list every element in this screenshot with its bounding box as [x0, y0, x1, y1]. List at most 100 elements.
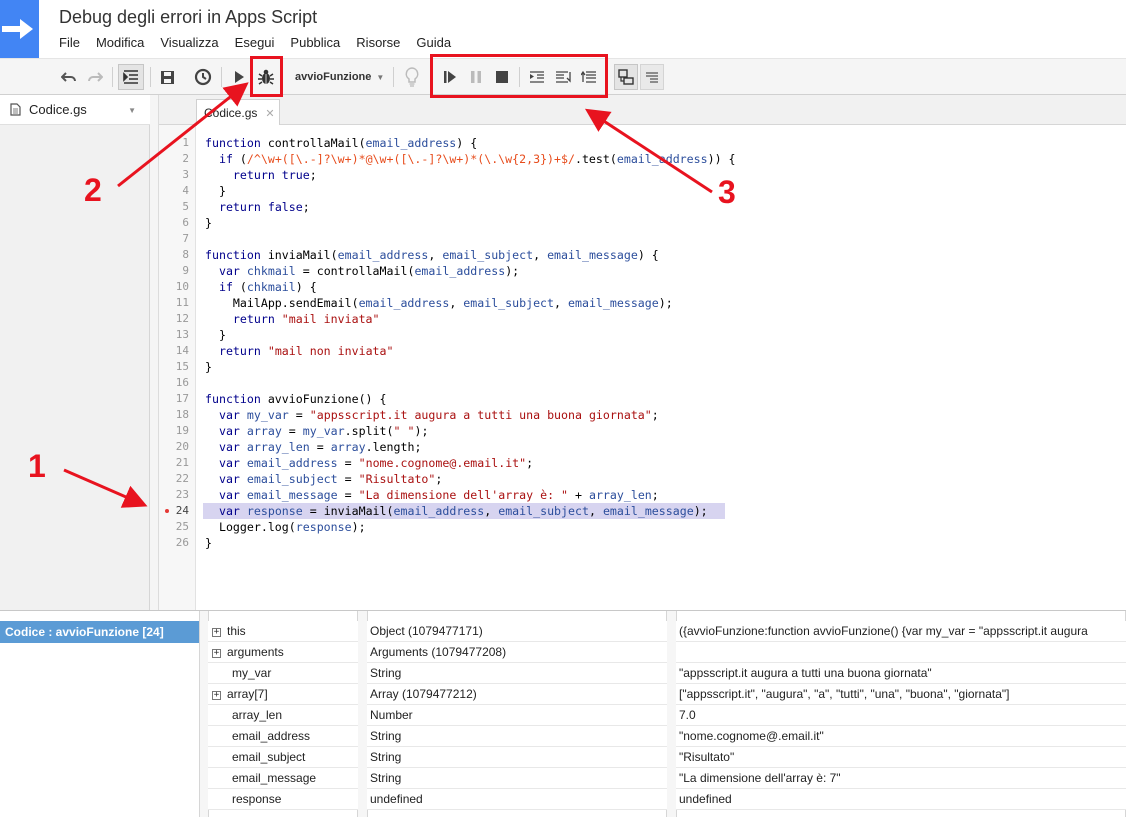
line-number[interactable]: 25 — [159, 519, 189, 535]
code-line[interactable]: Logger.log(response); — [197, 519, 366, 535]
line-number[interactable]: 20 — [159, 439, 189, 455]
variable-type: Arguments (1079477208) — [367, 642, 667, 663]
auto-indent-button[interactable] — [118, 64, 144, 90]
line-number[interactable]: 5 — [159, 199, 189, 215]
menu-pubblica[interactable]: Pubblica — [290, 35, 340, 50]
code-line[interactable]: var array = my_var.split(" "); — [197, 423, 428, 439]
menu-file[interactable]: File — [59, 35, 80, 50]
line-number[interactable]: 4 — [159, 183, 189, 199]
variable-type: String — [367, 768, 667, 789]
function-selector[interactable]: avvioFunzione ▼ — [287, 64, 392, 90]
code-line[interactable]: var array_len = array.length; — [197, 439, 421, 455]
line-number[interactable]: 8 — [159, 247, 189, 263]
callstack-frame[interactable]: Codice : avvioFunzione [24] — [0, 621, 199, 643]
redo-button[interactable] — [84, 64, 106, 90]
code-line[interactable] — [197, 231, 205, 247]
line-number[interactable]: 9 — [159, 263, 189, 279]
line-number[interactable]: 10 — [159, 279, 189, 295]
line-number[interactable]: 12 — [159, 311, 189, 327]
line-number[interactable]: 13 — [159, 327, 189, 343]
variable-value: undefined — [676, 789, 1126, 810]
toolbar-divider — [112, 67, 113, 87]
code-line[interactable]: return true; — [197, 167, 317, 183]
run-button[interactable] — [228, 64, 250, 90]
close-icon[interactable]: ✕ — [265, 107, 274, 120]
menu-visualizza[interactable]: Visualizza — [160, 35, 218, 50]
variable-name-label: array_len — [232, 708, 283, 722]
code-line[interactable]: return "mail inviata" — [197, 311, 380, 327]
line-number[interactable]: 22 — [159, 471, 189, 487]
tab-codice[interactable]: Codice.gs ✕ — [196, 99, 280, 126]
line-number[interactable]: 7 — [159, 231, 189, 247]
code-line[interactable]: if (/^\w+([\.-]?\w+)*@\w+([\.-]?\w+)*(\.… — [197, 151, 736, 167]
line-number[interactable]: 18 — [159, 407, 189, 423]
log-view-button[interactable] — [640, 64, 664, 90]
expand-icon[interactable]: + — [212, 691, 221, 700]
code-line[interactable]: var my_var = "appsscript.it augura a tut… — [197, 407, 659, 423]
annotation-box-debug-controls — [430, 54, 608, 98]
line-number[interactable]: 26 — [159, 535, 189, 551]
split-view-button[interactable] — [614, 64, 638, 90]
variable-name-label: this — [227, 624, 246, 638]
line-number[interactable]: 2 — [159, 151, 189, 167]
annotation-label-1: 1 — [28, 448, 46, 484]
line-number[interactable]: 6 — [159, 215, 189, 231]
menu-modifica[interactable]: Modifica — [96, 35, 144, 50]
line-number-gutter[interactable]: 1 2 3 4 5 6 7 8 9 10 11 12 13 14 15 16 17 18 19 20 21 22 23 24 2… — [159, 125, 196, 610]
line-number[interactable]: 3 — [159, 167, 189, 183]
line-number[interactable]: 19 — [159, 423, 189, 439]
line-number[interactable]: 15 — [159, 359, 189, 375]
code-line[interactable]: MailApp.sendEmail(email_address, email_s… — [197, 295, 673, 311]
file-item-codice[interactable]: Codice.gs ▼ — [0, 95, 150, 125]
line-number[interactable]: 16 — [159, 375, 189, 391]
menu-guida[interactable]: Guida — [416, 35, 451, 50]
code-line[interactable]: var email_address = "nome.cognome@.email… — [197, 455, 533, 471]
code-line[interactable]: var chkmail = controllaMail(email_addres… — [197, 263, 519, 279]
line-number[interactable]: 1 — [159, 135, 189, 151]
variable-type: Array (1079477212) — [367, 684, 667, 705]
code-line[interactable]: return "mail non inviata" — [197, 343, 394, 359]
code-line[interactable]: var email_message = "La dimensione dell'… — [197, 487, 659, 503]
code-line[interactable]: if (chkmail) { — [197, 279, 317, 295]
save-button[interactable] — [155, 64, 179, 90]
variable-value: ["appsscript.it", "augura", "a", "tutti"… — [676, 684, 1126, 705]
code-line[interactable]: } — [197, 215, 212, 231]
execution-hints-button[interactable] — [400, 64, 424, 90]
variable-type: String — [367, 726, 667, 747]
code-editor[interactable]: function controllaMail(email_address) { … — [197, 125, 1126, 610]
code-line[interactable]: var email_subject = "Risultato"; — [197, 471, 442, 487]
file-panel: Codice.gs ▼ — [0, 95, 150, 610]
variable-name[interactable]: + this — [208, 621, 358, 642]
code-line[interactable]: } — [197, 327, 226, 343]
variable-name[interactable]: + arguments — [208, 642, 358, 663]
line-number[interactable]: 11 — [159, 295, 189, 311]
triggers-button[interactable] — [191, 64, 215, 90]
code-line[interactable]: function inviaMail(email_address, email_… — [197, 247, 659, 263]
variable-name[interactable]: + array[7] — [208, 684, 358, 705]
breakpoint-marker[interactable] — [165, 509, 169, 513]
line-number[interactable]: 21 — [159, 455, 189, 471]
code-line[interactable]: function avvioFunzione() { — [197, 391, 386, 407]
undo-button[interactable] — [58, 64, 80, 90]
code-line[interactable]: } — [197, 359, 212, 375]
code-line[interactable]: } — [197, 535, 212, 551]
line-number[interactable]: 17 — [159, 391, 189, 407]
menu-risorse[interactable]: Risorse — [356, 35, 400, 50]
line-number[interactable]: 23 — [159, 487, 189, 503]
chevron-down-icon[interactable]: ▼ — [128, 106, 136, 115]
apps-script-logo[interactable] — [0, 0, 39, 58]
expand-icon[interactable]: + — [212, 628, 221, 637]
code-line[interactable]: function controllaMail(email_address) { — [197, 135, 477, 151]
expand-icon[interactable]: + — [212, 649, 221, 658]
code-line[interactable] — [197, 375, 205, 391]
code-line[interactable]: var response = inviaMail(email_address, … — [197, 503, 708, 519]
code-line[interactable]: } — [197, 183, 226, 199]
file-item-label: Codice.gs — [29, 102, 87, 117]
document-title[interactable]: Debug degli errori in Apps Script — [59, 7, 317, 28]
line-number[interactable]: 24 — [159, 503, 189, 519]
panel-splitter[interactable] — [150, 95, 159, 610]
line-number[interactable]: 14 — [159, 343, 189, 359]
menu-esegui[interactable]: Esegui — [235, 35, 275, 50]
code-line[interactable]: return false; — [197, 199, 310, 215]
variable-value: "Risultato" — [676, 747, 1126, 768]
